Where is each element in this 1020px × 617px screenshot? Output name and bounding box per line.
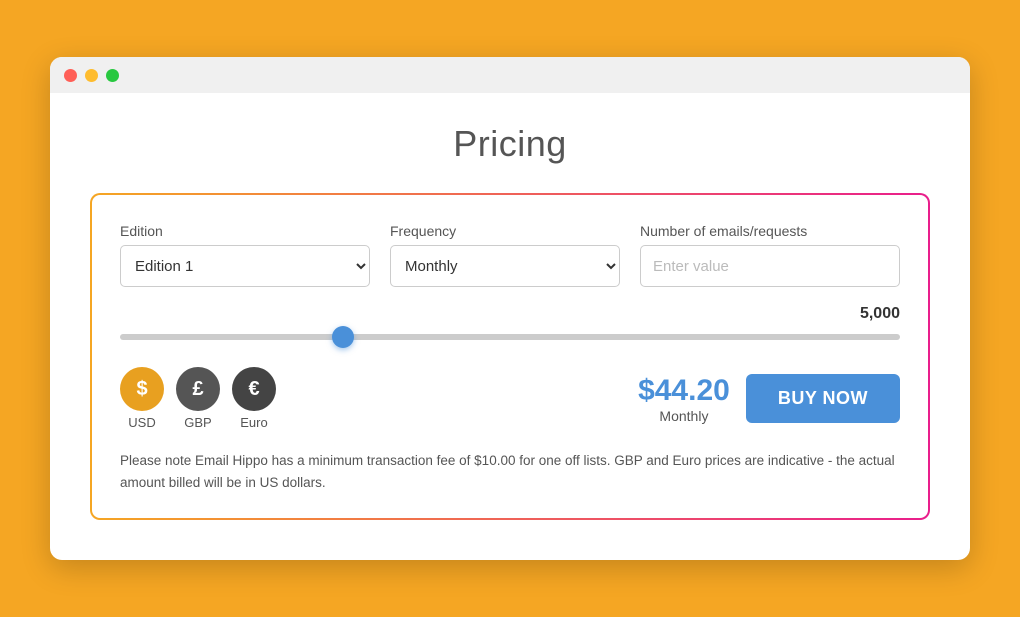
maximize-button[interactable] bbox=[106, 69, 119, 82]
price-buy-section: $44.20 Monthly BUY NOW bbox=[638, 374, 900, 424]
minimize-button[interactable] bbox=[85, 69, 98, 82]
price-block: $44.20 Monthly bbox=[638, 374, 730, 424]
emails-input[interactable] bbox=[640, 245, 900, 287]
usd-icon: $ bbox=[120, 367, 164, 411]
currency-euro[interactable]: € Euro bbox=[232, 367, 276, 430]
euro-icon: € bbox=[232, 367, 276, 411]
bottom-row: $ USD £ GBP € Euro $44.20 Monthl bbox=[120, 367, 900, 430]
price-amount: $44.20 bbox=[638, 374, 730, 408]
currency-icons: $ USD £ GBP € Euro bbox=[120, 367, 276, 430]
frequency-label: Frequency bbox=[390, 223, 620, 239]
close-button[interactable] bbox=[64, 69, 77, 82]
emails-label: Number of emails/requests bbox=[640, 223, 900, 239]
gbp-icon: £ bbox=[176, 367, 220, 411]
titlebar bbox=[50, 57, 970, 93]
frequency-field-group: Frequency Monthly Annually bbox=[390, 223, 620, 287]
slider-value-row: 5,000 bbox=[120, 305, 900, 323]
emails-field-group: Number of emails/requests bbox=[640, 223, 900, 287]
slider-row bbox=[120, 327, 900, 345]
slider-value: 5,000 bbox=[860, 305, 900, 323]
usd-label: USD bbox=[128, 415, 155, 430]
fields-row: Edition Edition 1 Edition 2 Edition 3 Fr… bbox=[120, 223, 900, 287]
edition-select[interactable]: Edition 1 Edition 2 Edition 3 bbox=[120, 245, 370, 287]
price-frequency: Monthly bbox=[638, 408, 730, 424]
edition-field-group: Edition Edition 1 Edition 2 Edition 3 bbox=[120, 223, 370, 287]
frequency-select[interactable]: Monthly Annually bbox=[390, 245, 620, 287]
edition-label: Edition bbox=[120, 223, 370, 239]
notice-text: Please note Email Hippo has a minimum tr… bbox=[120, 450, 900, 493]
currency-usd[interactable]: $ USD bbox=[120, 367, 164, 430]
buy-now-button[interactable]: BUY NOW bbox=[746, 374, 900, 423]
page-title: Pricing bbox=[90, 123, 930, 165]
quantity-slider[interactable] bbox=[120, 334, 900, 340]
gbp-label: GBP bbox=[184, 415, 211, 430]
pricing-card: Edition Edition 1 Edition 2 Edition 3 Fr… bbox=[90, 193, 930, 519]
currency-gbp[interactable]: £ GBP bbox=[176, 367, 220, 430]
window-content: Pricing Edition Edition 1 Edition 2 Edit… bbox=[50, 93, 970, 559]
euro-label: Euro bbox=[240, 415, 267, 430]
app-window: Pricing Edition Edition 1 Edition 2 Edit… bbox=[50, 57, 970, 559]
